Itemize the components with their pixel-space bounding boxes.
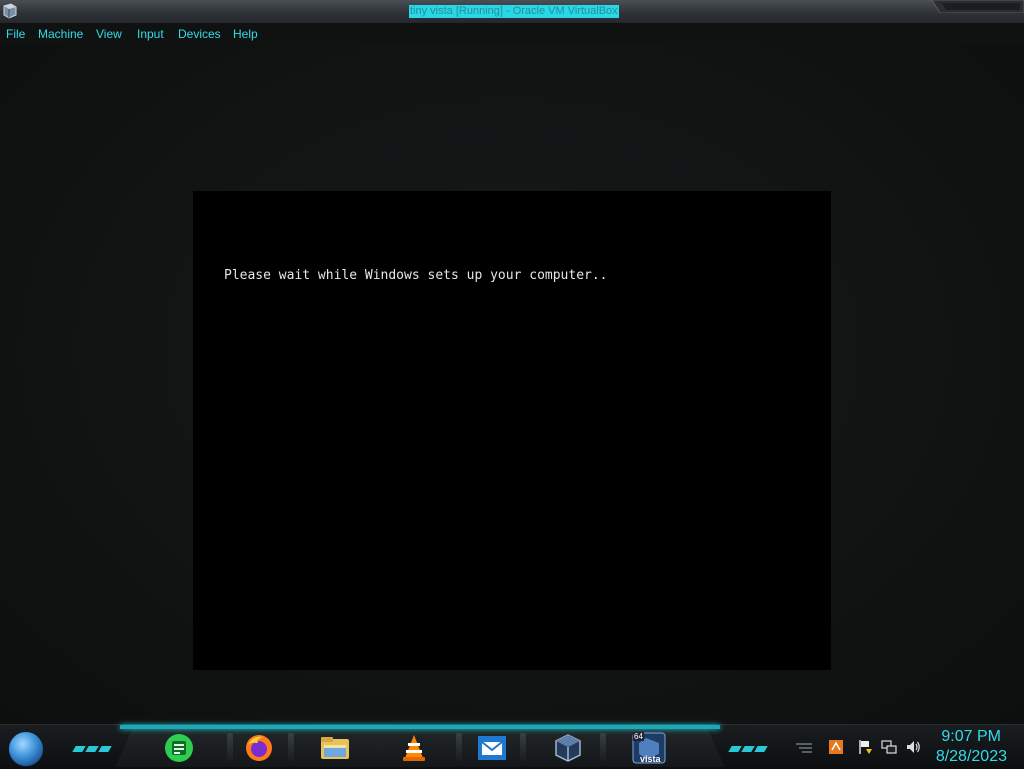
menu-input[interactable]: Input [137, 27, 164, 41]
taskbar-deco-left [72, 739, 113, 752]
folder-icon[interactable] [319, 732, 351, 764]
notes-icon[interactable] [163, 732, 195, 764]
taskbar-separator [288, 733, 294, 761]
clock-date[interactable]: 8/28/2023 [936, 748, 1007, 766]
taskbar-separator [600, 733, 606, 761]
menu-machine[interactable]: Machine [38, 27, 83, 41]
action-center-flag-icon[interactable] [857, 739, 873, 755]
vlc-cone-icon[interactable] [398, 732, 430, 764]
title-bar: tiny vista [Running] - Oracle VM Virtual… [0, 0, 1024, 24]
volume-icon[interactable] [905, 739, 921, 755]
menu-file[interactable]: File [6, 27, 25, 41]
taskbar-separator [456, 733, 462, 761]
taskbar: 64 vista 9:07 PM 8/28/2023 [0, 724, 1024, 769]
virtualbox-app-icon[interactable] [2, 3, 18, 19]
menu-bar: File Machine View Input Devices Help [0, 23, 1024, 45]
taskbar-deco-right [728, 739, 769, 752]
vm-status-text: Please wait while Windows sets up your c… [224, 268, 608, 283]
menu-help[interactable]: Help [233, 27, 258, 41]
taskbar-separator [520, 733, 526, 761]
window-title: tiny vista [Running] - Oracle VM Virtual… [409, 5, 619, 18]
updates-icon[interactable] [828, 739, 844, 755]
vista-vm-label: vista [640, 754, 661, 764]
menu-view[interactable]: View [96, 27, 122, 41]
vm-display-area: Please wait while Windows sets up your c… [0, 45, 1024, 724]
clock-time[interactable]: 9:07 PM [941, 728, 1001, 746]
windows-orb-icon[interactable] [8, 731, 44, 767]
vista-vm-icon[interactable]: 64 vista [632, 732, 666, 764]
vista-vm-badge: 64 [633, 732, 644, 741]
taskbar-glow [120, 725, 720, 729]
menu-devices[interactable]: Devices [178, 27, 221, 41]
network-icon[interactable] [881, 739, 897, 755]
firefox-icon[interactable] [243, 732, 275, 764]
mail-icon[interactable] [476, 732, 508, 764]
taskbar-separator [227, 733, 233, 761]
virtualbox-icon[interactable] [552, 732, 584, 764]
window-controls[interactable] [928, 0, 1024, 13]
show-hidden-icon[interactable] [796, 739, 812, 755]
vm-screen[interactable]: Please wait while Windows sets up your c… [193, 191, 831, 670]
